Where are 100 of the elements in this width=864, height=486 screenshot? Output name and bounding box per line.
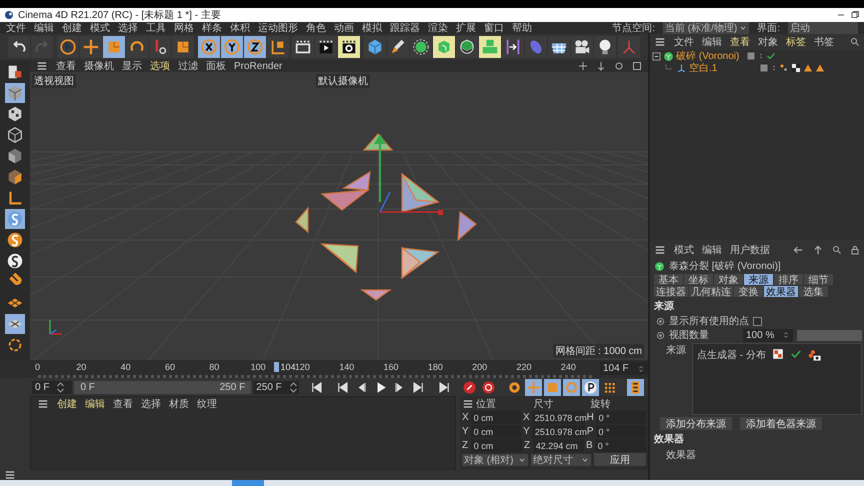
viewport-menu-item[interactable]: 过滤 <box>178 59 198 73</box>
cube-edges-icon[interactable] <box>5 125 25 145</box>
menu-icon[interactable] <box>654 244 666 256</box>
viewport-menu-item[interactable]: ProRender <box>234 60 282 72</box>
end-frame-field[interactable]: 250 F <box>253 380 300 394</box>
render-view-icon[interactable] <box>315 36 338 58</box>
rotation-field[interactable]: 0 ° <box>596 411 646 424</box>
current-frame-field[interactable]: 104 F <box>600 362 648 375</box>
attribute-tab[interactable]: 效果器 <box>764 286 798 297</box>
undo-icon[interactable] <box>8 36 30 58</box>
record-key-icon[interactable] <box>461 378 478 396</box>
attributes-menu-item[interactable]: 用户数据 <box>730 243 770 257</box>
viewport-menu-item[interactable]: 选项 <box>150 59 170 73</box>
menu-item[interactable]: 角色 <box>306 21 326 35</box>
attribute-tab[interactable]: 几何粘连 <box>689 286 733 297</box>
pan-view-icon[interactable] <box>578 61 588 71</box>
viewport-menu-item[interactable]: 面板 <box>206 59 226 73</box>
number-field[interactable]: 100 % <box>743 328 793 342</box>
maximize-view-icon[interactable] <box>632 61 642 71</box>
coordinate-system-icon[interactable] <box>266 36 288 58</box>
spinner-icon[interactable] <box>782 330 790 340</box>
menu-item[interactable]: 创建 <box>62 21 82 35</box>
menu-icon[interactable] <box>654 36 666 48</box>
camera-label[interactable]: 默认摄像机 <box>316 74 370 88</box>
rotate-icon[interactable] <box>126 36 148 58</box>
viewport-menu-item[interactable]: 查看 <box>56 59 76 73</box>
menu-item[interactable]: 选择 <box>118 21 138 35</box>
menu-item[interactable]: 渲染 <box>428 21 448 35</box>
menu-icon[interactable] <box>462 398 474 410</box>
size-mode-dropdown[interactable]: 绝对尺寸 <box>531 454 591 466</box>
menu-item[interactable]: 工具 <box>146 21 166 35</box>
collapse-icon[interactable] <box>652 52 661 60</box>
caret-icon[interactable] <box>518 456 526 464</box>
node-space-dropdown[interactable]: 当前 (标准/物理) <box>663 22 750 34</box>
x-axis-icon[interactable] <box>198 36 220 58</box>
menu-item[interactable]: 样条 <box>202 21 222 35</box>
menu-item[interactable]: 模拟 <box>362 21 382 35</box>
material-menu-item[interactable]: 选择 <box>141 397 161 411</box>
menu-item[interactable]: 体积 <box>230 21 250 35</box>
menu-icon[interactable] <box>4 469 16 481</box>
render-settings-icon[interactable] <box>338 36 360 58</box>
move-icon[interactable] <box>80 36 102 58</box>
menu-item[interactable]: 跟踪器 <box>390 21 420 35</box>
menu-item[interactable]: 模式 <box>90 21 110 35</box>
menu-item[interactable]: 扩展 <box>456 21 476 35</box>
material-menu-item[interactable]: 查看 <box>113 397 133 411</box>
check-icon[interactable] <box>790 348 802 360</box>
cube-in-ring-icon[interactable] <box>456 36 478 58</box>
position-field[interactable]: 0 cm <box>470 439 522 452</box>
caret-icon[interactable] <box>581 456 589 464</box>
menu-item[interactable]: 动画 <box>334 21 354 35</box>
spinner-icon[interactable] <box>637 364 645 374</box>
menu-item[interactable]: 文件 <box>6 21 26 35</box>
menu-item[interactable]: 窗口 <box>484 21 504 35</box>
parameter-key-icon[interactable] <box>582 378 600 396</box>
attribute-tab[interactable]: 排序 <box>774 274 803 285</box>
zoom-view-icon[interactable] <box>596 61 606 71</box>
floor-grid-icon[interactable] <box>548 36 570 58</box>
position-field[interactable]: 0 cm <box>470 425 522 438</box>
layer-swatch-icon[interactable] <box>746 51 756 61</box>
tool-history-icon[interactable] <box>148 36 171 58</box>
menu-icon[interactable] <box>37 398 49 410</box>
symmetry-icon[interactable] <box>502 36 524 58</box>
y-axis-icon[interactable] <box>220 36 242 58</box>
source-item[interactable]: 点生成器 - 分布 <box>697 348 766 362</box>
attribute-tab[interactable]: 变换 <box>734 286 763 297</box>
attribute-tab[interactable]: 连接器 <box>654 286 688 297</box>
s-circle-icon[interactable] <box>5 251 25 271</box>
cube-icon[interactable] <box>364 36 386 58</box>
camera-icon[interactable] <box>571 36 593 58</box>
tag-dots-icon[interactable] <box>779 63 789 73</box>
attribute-tab[interactable]: 对象 <box>714 274 743 285</box>
viewport-menu-item[interactable]: 显示 <box>122 59 142 73</box>
value-slider[interactable] <box>797 330 862 340</box>
position-field[interactable]: 0 cm <box>470 411 521 424</box>
lock-icon[interactable] <box>850 245 860 255</box>
s-circle-icon[interactable] <box>5 230 25 250</box>
material-menu-item[interactable]: 编辑 <box>85 397 105 411</box>
layout-dropdown[interactable]: 启动 <box>788 22 858 34</box>
object-name[interactable]: 破碎 (Voronoi) <box>676 49 744 63</box>
attributes-menu-item[interactable]: 模式 <box>674 243 694 257</box>
attribute-tab[interactable]: 坐标 <box>684 274 713 285</box>
layer-swatch-icon[interactable] <box>759 63 769 73</box>
menu-item[interactable]: 帮助 <box>512 21 532 35</box>
move-key-icon[interactable] <box>525 378 542 396</box>
rotation-field[interactable]: 0 ° <box>594 439 646 452</box>
material-menu-item[interactable]: 材质 <box>169 397 189 411</box>
object-manager-menu-item[interactable]: 文件 <box>674 35 694 49</box>
grid-plane-icon[interactable] <box>5 314 25 334</box>
auto-key-icon[interactable] <box>480 378 498 396</box>
menu-item[interactable]: 运动图形 <box>258 21 298 35</box>
matrix-camera-icon[interactable] <box>808 348 822 362</box>
menu-icon[interactable] <box>36 60 48 72</box>
scale-icon[interactable] <box>102 36 125 58</box>
apply-button[interactable]: 应用 <box>594 453 646 466</box>
checkbox[interactable] <box>753 316 762 326</box>
frame-range-slider[interactable] <box>74 380 252 394</box>
add-source-button[interactable]: 添加分布来源 <box>660 417 732 430</box>
caret-icon[interactable] <box>739 24 748 32</box>
z-axis-icon[interactable] <box>244 36 266 58</box>
